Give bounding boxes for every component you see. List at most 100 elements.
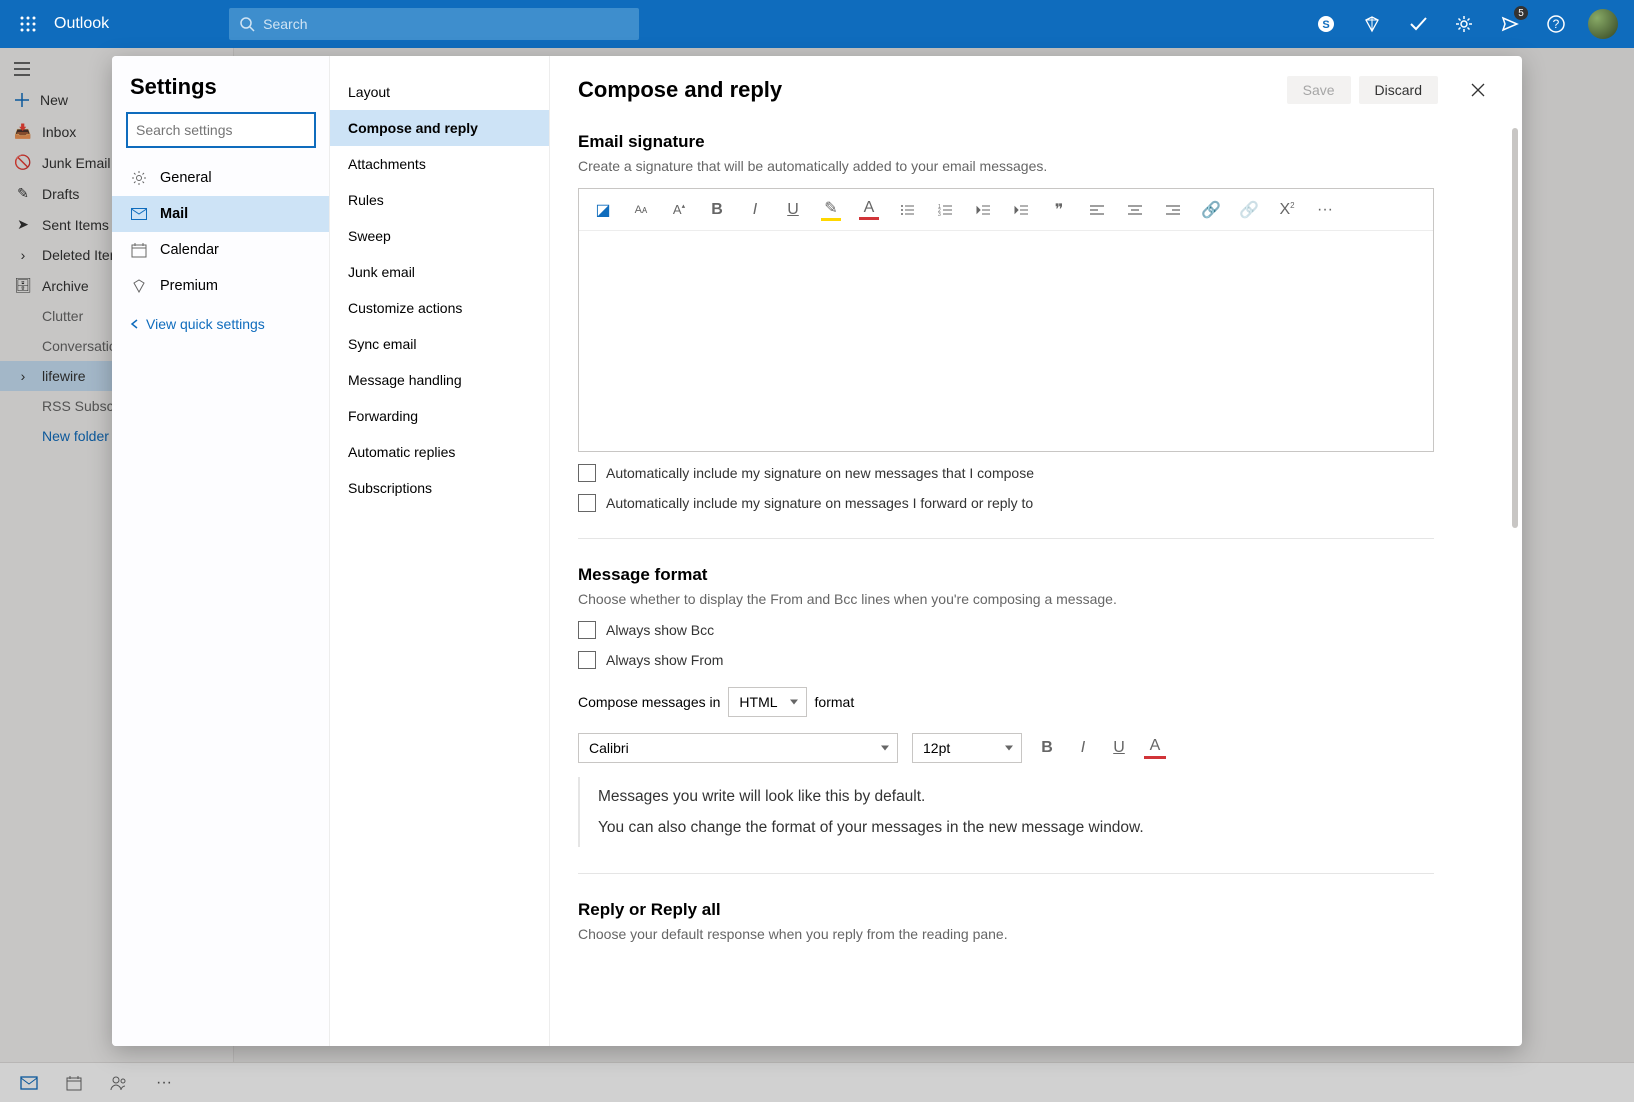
svg-text:3: 3 (938, 212, 941, 216)
subnav-attachments[interactable]: Attachments (330, 146, 549, 182)
close-dialog-button[interactable] (1462, 74, 1494, 106)
checkbox-show-bcc[interactable]: Always show Bcc (578, 621, 1494, 639)
format-painter-icon[interactable]: ◪ (593, 200, 613, 220)
subnav-junk[interactable]: Junk email (330, 254, 549, 290)
subnav-subscriptions[interactable]: Subscriptions (330, 470, 549, 506)
gear-icon (130, 170, 148, 186)
more-modules-icon[interactable]: ··· (156, 1074, 172, 1092)
numbering-icon[interactable]: 123 (935, 204, 955, 216)
align-center-icon[interactable] (1125, 204, 1145, 216)
drafts-icon: ✎ (14, 185, 32, 202)
top-search-input[interactable] (263, 16, 629, 32)
svg-text:S: S (1322, 19, 1329, 31)
font-family-select[interactable]: Calibri (578, 733, 898, 763)
more-formatting-icon[interactable]: ··· (1315, 201, 1335, 219)
highlight-icon[interactable]: ✎ (821, 198, 841, 221)
deleted-icon: › (14, 247, 32, 263)
diamond-icon (130, 279, 148, 293)
category-general[interactable]: General (112, 160, 329, 196)
chevron-left-icon (130, 319, 140, 329)
default-bold-button[interactable]: B (1036, 739, 1058, 757)
settings-gear-icon[interactable] (1450, 10, 1478, 38)
signature-toolbar: ◪ Aᴀ A▴ B I U ✎ A 123 ❞ (579, 189, 1433, 231)
align-right-icon[interactable] (1163, 204, 1183, 216)
modal-overlay: Settings General Mail Calendar Premium V… (0, 48, 1634, 1102)
message-format-desc: Choose whether to display the From and B… (578, 591, 1494, 607)
settings-subnav-pane: Layout Compose and reply Attachments Rul… (330, 56, 550, 1046)
category-mail[interactable]: Mail (112, 196, 329, 232)
outdent-icon[interactable] (973, 204, 993, 216)
app-brand: Outlook (54, 15, 109, 33)
signature-desc: Create a signature that will be automati… (578, 158, 1494, 174)
skype-icon[interactable]: S (1312, 10, 1340, 38)
subnav-forwarding[interactable]: Forwarding (330, 398, 549, 434)
panel-title: Compose and reply (578, 77, 1279, 103)
signature-text-area[interactable] (579, 231, 1433, 451)
settings-categories-pane: Settings General Mail Calendar Premium V… (112, 56, 330, 1046)
link-icon[interactable]: 🔗 (1201, 200, 1221, 220)
calendar-icon (130, 242, 148, 258)
subnav-compose-reply[interactable]: Compose and reply (330, 110, 549, 146)
italic-icon[interactable]: I (745, 201, 765, 219)
subnav-sync-email[interactable]: Sync email (330, 326, 549, 362)
header-actions: S 5 ? (1312, 9, 1626, 39)
default-italic-button[interactable]: I (1072, 739, 1094, 757)
sent-icon: ➤ (14, 216, 32, 233)
compose-post-label: format (815, 694, 855, 710)
default-underline-button[interactable]: U (1108, 739, 1130, 757)
category-calendar[interactable]: Calendar (112, 232, 329, 268)
notif-badge: 5 (1514, 6, 1528, 20)
bullets-icon[interactable] (897, 204, 917, 216)
subnav-message-handling[interactable]: Message handling (330, 362, 549, 398)
app-header: Outlook S 5 ? (0, 0, 1634, 48)
premium-diamond-icon[interactable] (1358, 10, 1386, 38)
indent-icon[interactable] (1011, 204, 1031, 216)
compose-format-select[interactable]: HTML (728, 687, 806, 717)
compose-format-row: Compose messages in HTML format (578, 687, 1494, 717)
section-divider (578, 538, 1434, 539)
waffle-icon[interactable] (8, 16, 48, 32)
checkbox-show-from[interactable]: Always show From (578, 651, 1494, 669)
underline-icon[interactable]: U (783, 201, 803, 219)
compose-pre-label: Compose messages in (578, 694, 720, 710)
subnav-sweep[interactable]: Sweep (330, 218, 549, 254)
help-icon[interactable]: ? (1542, 10, 1570, 38)
panel-body: Email signature Create a signature that … (550, 116, 1522, 1046)
people-module-icon[interactable] (110, 1075, 128, 1091)
subnav-rules[interactable]: Rules (330, 182, 549, 218)
unlink-icon[interactable]: 🔗 (1239, 200, 1259, 220)
view-quick-settings-link[interactable]: View quick settings (112, 304, 329, 344)
calendar-module-icon[interactable] (66, 1075, 82, 1091)
font-color-icon[interactable]: A (859, 199, 879, 220)
checkbox-icon (578, 464, 596, 482)
settings-dialog: Settings General Mail Calendar Premium V… (112, 56, 1522, 1046)
category-premium[interactable]: Premium (112, 268, 329, 304)
bold-icon[interactable]: B (707, 201, 727, 219)
archive-icon: 🗄 (14, 277, 32, 294)
scrollbar[interactable] (1512, 128, 1518, 528)
superscript-icon[interactable]: X2 (1277, 201, 1297, 219)
default-fontcolor-button[interactable]: A (1144, 737, 1166, 759)
quote-icon[interactable]: ❞ (1049, 200, 1069, 220)
save-button[interactable]: Save (1287, 76, 1351, 104)
font-size-up-icon[interactable]: A▴ (669, 202, 689, 217)
user-avatar[interactable] (1588, 9, 1618, 39)
checkbox-include-new[interactable]: Automatically include my signature on ne… (578, 464, 1494, 482)
notifications-icon[interactable]: 5 (1496, 10, 1524, 38)
checkbox-include-reply[interactable]: Automatically include my signature on me… (578, 494, 1494, 512)
inbox-icon: 📥 (14, 123, 32, 140)
svg-text:?: ? (1553, 17, 1560, 31)
discard-button[interactable]: Discard (1359, 76, 1438, 104)
align-left-icon[interactable] (1087, 204, 1107, 216)
module-switcher: ··· (0, 1062, 1634, 1102)
subnav-automatic-replies[interactable]: Automatic replies (330, 434, 549, 470)
signature-editor: ◪ Aᴀ A▴ B I U ✎ A 123 ❞ (578, 188, 1434, 452)
settings-search-input[interactable] (126, 112, 316, 148)
mail-module-icon[interactable] (20, 1076, 38, 1090)
top-search[interactable] (229, 8, 639, 40)
subnav-layout[interactable]: Layout (330, 74, 549, 110)
subnav-customize-actions[interactable]: Customize actions (330, 290, 549, 326)
font-size-icon[interactable]: Aᴀ (631, 204, 651, 216)
todo-check-icon[interactable] (1404, 10, 1432, 38)
font-size-select[interactable]: 12pt (912, 733, 1022, 763)
